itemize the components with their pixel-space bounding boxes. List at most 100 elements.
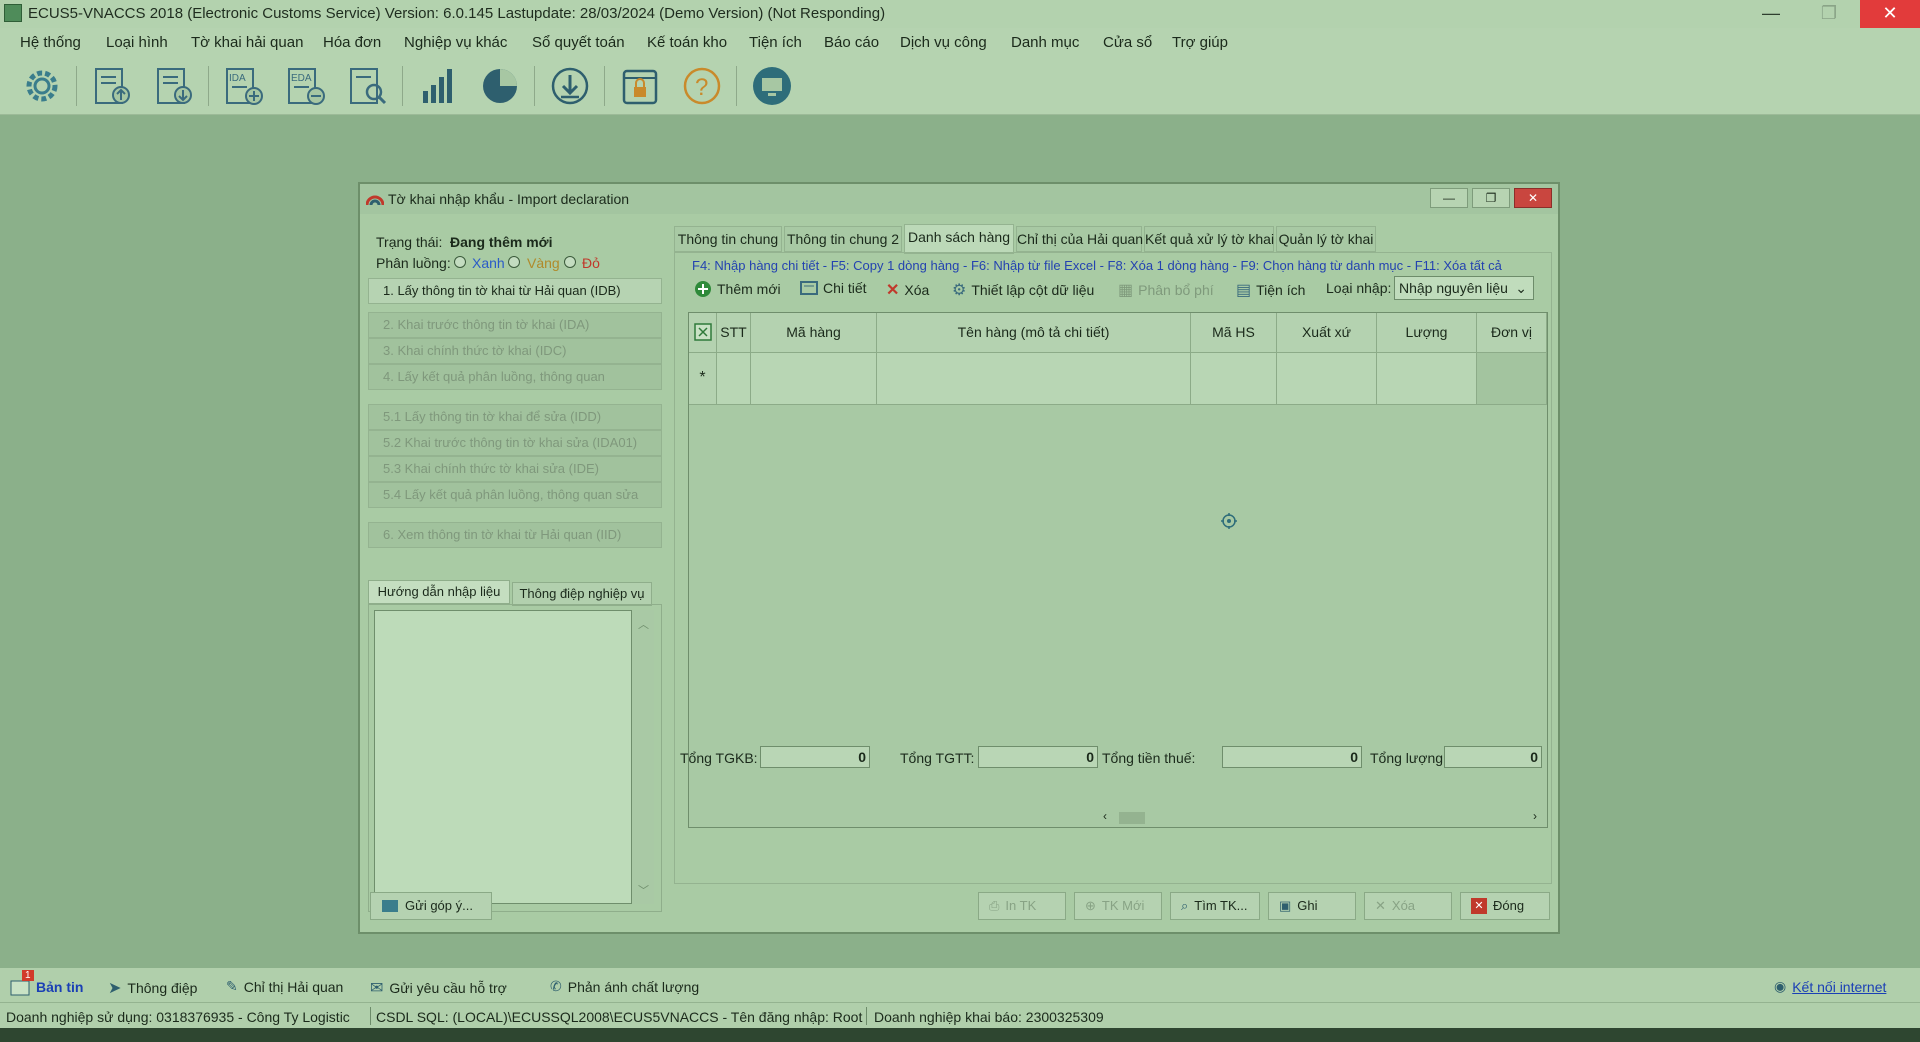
- scroll-right-icon[interactable]: ›: [1533, 809, 1537, 823]
- col-ten-hang[interactable]: Tên hàng (mô tả chi tiết): [877, 313, 1191, 353]
- radio-vang[interactable]: [508, 256, 520, 268]
- step-ide-button[interactable]: 5.3 Khai chính thức tờ khai sửa (IDE): [368, 456, 662, 482]
- column-settings-button[interactable]: ⚙ Thiết lập cột dữ liệu: [952, 280, 1094, 300]
- utility-icon: ▤: [1236, 282, 1252, 299]
- tab-general-info[interactable]: Thông tin chung: [674, 226, 782, 252]
- pie-chart-icon[interactable]: [478, 64, 522, 108]
- total-tgkb-field[interactable]: 0: [760, 746, 870, 768]
- download-icon[interactable]: [548, 64, 592, 108]
- step-idb-button[interactable]: 1. Lấy thông tin tờ khai từ Hải quan (ID…: [368, 278, 662, 304]
- radio-xanh[interactable]: [454, 256, 466, 268]
- dialog-close-button[interactable]: ✕: [1514, 188, 1552, 208]
- delete-declaration-button[interactable]: ✕ Xóa: [1364, 892, 1452, 920]
- close-dialog-button[interactable]: ✕ Đóng: [1460, 892, 1550, 920]
- new-declaration-button[interactable]: ⊕ TK Mới: [1074, 892, 1162, 920]
- cell-xuat-xu[interactable]: [1277, 353, 1377, 405]
- menu-dich-vu-cong[interactable]: Dịch vụ công: [900, 34, 987, 51]
- step-result-button[interactable]: 4. Lấy kết quả phân luồng, thông quan: [368, 364, 662, 390]
- customs-directive-button[interactable]: ✎ Chỉ thị Hải quan: [226, 978, 343, 995]
- internet-connection-link[interactable]: ◉ Kết nối internet: [1774, 978, 1886, 995]
- menu-cua-so[interactable]: Cửa sổ: [1103, 34, 1152, 51]
- maximize-button[interactable]: ❐: [1806, 0, 1852, 28]
- close-button[interactable]: ✕: [1860, 0, 1920, 28]
- step-idd-button[interactable]: 5.1 Lấy thông tin tờ khai để sửa (IDD): [368, 404, 662, 430]
- tab-business-message[interactable]: Thông điệp nghiệp vụ: [512, 582, 652, 606]
- bar-chart-icon[interactable]: [416, 64, 460, 108]
- col-luong[interactable]: Lượng: [1377, 313, 1477, 353]
- cell-ma-hs[interactable]: [1191, 353, 1277, 405]
- utility-button[interactable]: ▤ Tiện ích: [1236, 280, 1305, 300]
- grid-horizontal-scrollbar[interactable]: ‹ ›: [689, 809, 1547, 827]
- import-type-select[interactable]: Nhập nguyên liệu ⌄: [1394, 276, 1534, 300]
- help-icon[interactable]: ?: [680, 64, 724, 108]
- cell-don-vi[interactable]: [1477, 353, 1547, 405]
- tab-general-info-2[interactable]: Thông tin chung 2: [784, 226, 902, 252]
- search-document-icon[interactable]: [346, 64, 390, 108]
- step-ida01-button[interactable]: 5.2 Khai trước thông tin tờ khai sửa (ID…: [368, 430, 662, 456]
- col-ma-hang[interactable]: Mã hàng: [751, 313, 877, 353]
- allocate-fee-button[interactable]: ▦ Phân bổ phí: [1118, 280, 1214, 300]
- tab-customs-directive[interactable]: Chỉ thị của Hải quan: [1016, 226, 1143, 252]
- total-tax-field[interactable]: 0: [1222, 746, 1362, 768]
- scroll-left-icon[interactable]: ‹: [1103, 809, 1107, 823]
- total-qty-field[interactable]: 0: [1444, 746, 1542, 768]
- menu-loai-hinh[interactable]: Loại hình: [106, 34, 168, 51]
- grid-corner[interactable]: [689, 313, 717, 353]
- menu-so-quyet-toan[interactable]: Sổ quyết toán: [532, 34, 625, 51]
- news-button[interactable]: 1 Bản tin: [10, 970, 83, 996]
- menu-bao-cao[interactable]: Báo cáo: [824, 34, 879, 51]
- print-declaration-button[interactable]: ⎙ In TK: [978, 892, 1066, 920]
- dialog-maximize-button[interactable]: ❐: [1472, 188, 1510, 208]
- guide-scrollbar[interactable]: ︿ ﹀: [632, 610, 654, 904]
- cell-ma-hang[interactable]: [751, 353, 877, 405]
- import-declaration-icon[interactable]: [152, 64, 196, 108]
- remote-support-icon[interactable]: [750, 64, 794, 108]
- dialog-minimize-button[interactable]: —: [1430, 188, 1468, 208]
- tab-goods-list[interactable]: Danh sách hàng: [904, 224, 1014, 254]
- tab-processing-result[interactable]: Kết quả xử lý tờ khai: [1144, 226, 1274, 252]
- phone-icon: ✆: [550, 978, 562, 994]
- messages-button[interactable]: ➤ Thông điệp: [108, 978, 197, 998]
- tab-declaration-management[interactable]: Quản lý tờ khai: [1276, 226, 1376, 252]
- settings-gear-icon[interactable]: [20, 64, 64, 108]
- col-ma-hs[interactable]: Mã HS: [1191, 313, 1277, 353]
- menu-tien-ich[interactable]: Tiện ích: [749, 34, 802, 51]
- menu-ke-toan-kho[interactable]: Kế toán kho: [647, 34, 727, 51]
- radio-do[interactable]: [564, 256, 576, 268]
- save-button[interactable]: ▣ Ghi: [1268, 892, 1356, 920]
- step-iid-button[interactable]: 6. Xem thông tin tờ khai từ Hải quan (II…: [368, 522, 662, 548]
- step-amend-result-button[interactable]: 5.4 Lấy kết quả phân luồng, thông quan s…: [368, 482, 662, 508]
- support-request-button[interactable]: ✉ Gửi yêu cầu hỗ trợ: [370, 978, 507, 998]
- feedback-button[interactable]: Gửi góp ý...: [370, 892, 492, 920]
- col-stt[interactable]: STT: [717, 313, 751, 353]
- menu-nghiep-vu-khac[interactable]: Nghiệp vụ khác: [404, 34, 507, 51]
- scroll-thumb[interactable]: [1119, 812, 1145, 824]
- menu-he-thong[interactable]: Hệ thống: [20, 34, 81, 51]
- guide-textarea[interactable]: [374, 610, 632, 904]
- col-xuat-xu[interactable]: Xuất xứ: [1277, 313, 1377, 353]
- step-idc-button[interactable]: 3. Khai chính thức tờ khai (IDC): [368, 338, 662, 364]
- cell-luong[interactable]: [1377, 353, 1477, 405]
- step-ida-button[interactable]: 2. Khai trước thông tin tờ khai (IDA): [368, 312, 662, 338]
- tab-guide[interactable]: Hướng dẫn nhập liệu: [368, 580, 510, 604]
- add-new-button[interactable]: Thêm mới: [694, 280, 781, 298]
- menu-danh-muc[interactable]: Danh mục: [1011, 34, 1079, 51]
- title-bar: ECUS5-VNACCS 2018 (Electronic Customs Se…: [0, 0, 1920, 28]
- minimize-button[interactable]: —: [1748, 0, 1794, 28]
- find-declaration-button[interactable]: ⌕ Tìm TK...: [1170, 892, 1260, 920]
- detail-button[interactable]: Chi tiết: [800, 280, 867, 296]
- dialog-title: Tờ khai nhập khẩu - Import declaration: [388, 191, 630, 207]
- eda-edit-icon[interactable]: EDA: [284, 64, 328, 108]
- cell-stt[interactable]: [717, 353, 751, 405]
- cell-ten-hang[interactable]: [877, 353, 1191, 405]
- menu-to-khai-hai-quan[interactable]: Tờ khai hải quan: [191, 34, 303, 51]
- lock-icon[interactable]: [618, 64, 662, 108]
- delete-row-button[interactable]: ✕ Xóa: [886, 280, 929, 300]
- col-don-vi[interactable]: Đơn vị: [1477, 313, 1547, 353]
- total-tgtt-field[interactable]: 0: [978, 746, 1098, 768]
- menu-hoa-don[interactable]: Hóa đơn: [323, 34, 381, 51]
- menu-tro-giup[interactable]: Trợ giúp: [1172, 34, 1228, 51]
- export-declaration-icon[interactable]: [90, 64, 134, 108]
- ida-add-icon[interactable]: IDA: [222, 64, 266, 108]
- quality-feedback-button[interactable]: ✆ Phản ánh chất lượng: [550, 978, 699, 995]
